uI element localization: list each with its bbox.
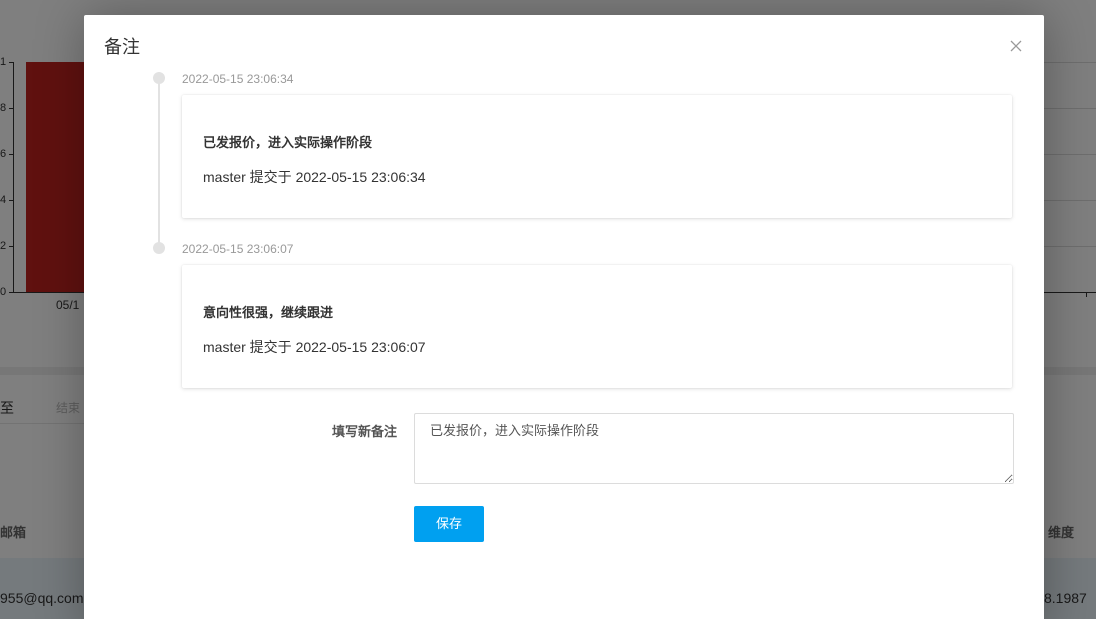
remark-title: 已发报价，进入实际操作阶段 (203, 135, 373, 150)
timeline-axis (158, 78, 160, 248)
modal-title: 备注 (104, 37, 140, 57)
save-button[interactable]: 保存 (414, 506, 484, 542)
timeline-card: 意向性很强，继续跟进 master 提交于 2022-05-15 23:06:0… (182, 265, 1012, 388)
remark-modal: 备注 2022-05-15 23:06:34 已发报价，进入实际操作阶段 mas… (84, 15, 1044, 619)
new-remark-label: 填写新备注 (332, 424, 398, 439)
timeline-timestamp: 2022-05-15 23:06:07 (182, 242, 294, 256)
timeline-card: 已发报价，进入实际操作阶段 master 提交于 2022-05-15 23:0… (182, 95, 1012, 218)
timeline-dot (153, 72, 165, 84)
page: 1 8 6 4 2 0 05/1 至 结束 邮箱 维度 955@qq.com 8… (0, 0, 1096, 619)
timeline-timestamp: 2022-05-15 23:06:34 (182, 72, 294, 86)
new-remark-textarea[interactable]: 已发报价，进入实际操作阶段 (414, 413, 1014, 484)
remark-title: 意向性很强，继续跟进 (203, 305, 334, 320)
close-icon[interactable] (1006, 36, 1026, 56)
remark-meta: master 提交于 2022-05-15 23:06:34 (203, 169, 426, 185)
timeline-dot (153, 242, 165, 254)
remark-meta: master 提交于 2022-05-15 23:06:07 (203, 339, 426, 355)
